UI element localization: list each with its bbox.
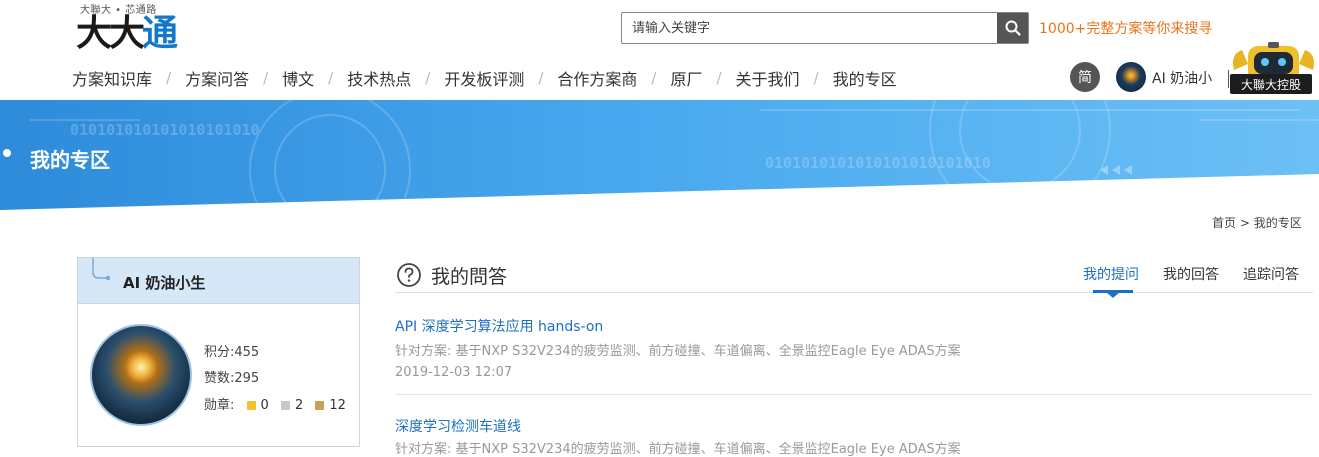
breadcrumb-home[interactable]: 首页	[1212, 216, 1236, 230]
brand-tag[interactable]: 大聯大控股	[1230, 74, 1312, 94]
question-target-solution: 针对方案: 基于NXP S32V234的疲劳监测、前方碰撞、车道偏离、全景监控E…	[395, 344, 961, 359]
nav-separator: /	[538, 69, 544, 87]
nav-item-partners[interactable]: 合作方案商	[557, 66, 637, 90]
nav-item-solution-qa[interactable]: 方案问答	[185, 66, 249, 90]
logo-text-b: 通	[142, 13, 178, 54]
question-target-solution: 针对方案: 基于NXP S32V234的疲劳监测、前方碰撞、车道偏离、全景监控E…	[395, 442, 961, 457]
bronze-medal-icon	[315, 401, 325, 410]
active-tab-notch-icon	[1106, 292, 1120, 298]
nav-separator: /	[328, 69, 334, 87]
nav-separator: /	[716, 69, 722, 87]
likes-label: 赞数:	[204, 371, 235, 386]
breadcrumb: 首页 > 我的专区	[1212, 214, 1302, 231]
profile-name: AI 奶油小生	[123, 274, 206, 292]
search-button[interactable]	[997, 13, 1028, 43]
page-banner: 010101010101010101010 010101010101010101…	[0, 100, 1319, 210]
card-corner-line-icon	[92, 258, 111, 281]
breadcrumb-current: 我的专区	[1253, 216, 1302, 230]
nav-item-my-zone[interactable]: 我的专区	[833, 66, 897, 90]
language-toggle-button[interactable]: 简	[1070, 62, 1100, 92]
nav-item-about[interactable]: 关于我们	[736, 66, 800, 90]
banner-bits-2: 0101010101010101010101010	[765, 154, 991, 172]
profile-avatar	[90, 324, 192, 426]
tab-my-answers[interactable]: 我的回答	[1163, 264, 1219, 284]
bronze-medal-count: 12	[329, 398, 346, 413]
logo-text-a: 大大	[76, 13, 145, 54]
gold-medal-icon	[246, 401, 256, 410]
nav-item-tech-hot[interactable]: 技术热点	[347, 66, 411, 90]
medals-label: 勋章:	[204, 398, 235, 413]
nav-separator: /	[651, 69, 657, 87]
profile-card: AI 奶油小生 积分:455 赞数:295 勋章: 0 2 12	[77, 257, 360, 447]
banner-bullet-icon	[0, 146, 14, 160]
nav-item-manufacturers[interactable]: 原厂	[670, 66, 702, 90]
nav-separator: /	[166, 69, 172, 87]
site-logo[interactable]: 大大通	[76, 12, 178, 56]
nav-item-blog[interactable]: 博文	[282, 66, 314, 90]
points-label: 积分:	[204, 345, 235, 360]
question-date: 2019-12-03 12:07	[395, 365, 513, 380]
user-avatar[interactable]	[1116, 62, 1146, 92]
main-nav: 方案知识库 / 方案问答 / 博文 / 技术热点 / 开发板评测 / 合作方案商…	[72, 66, 897, 90]
question-divider	[395, 394, 1313, 395]
medals-stat: 勋章: 0 2 12	[204, 394, 346, 413]
banner-bits-1: 010101010101010101010	[70, 121, 260, 139]
nav-separator: /	[425, 69, 431, 87]
points-value: 455	[234, 345, 260, 360]
tab-my-questions[interactable]: 我的提问	[1083, 264, 1139, 284]
nav-separator: /	[813, 69, 819, 87]
gold-medal-count: 0	[260, 398, 269, 413]
qa-header-divider	[395, 292, 1313, 293]
qa-section-title: 我的問答	[431, 266, 508, 288]
nav-separator: /	[263, 69, 269, 87]
likes-stat: 赞数:295	[204, 367, 259, 386]
tab-tracked-qa[interactable]: 追踪问答	[1243, 264, 1299, 284]
nav-item-solutions[interactable]: 方案知识库	[72, 66, 152, 90]
profile-card-header: AI 奶油小生	[78, 258, 359, 304]
silver-medal-icon	[280, 401, 290, 410]
points-stat: 积分:455	[204, 341, 259, 360]
question-title[interactable]: API 深度学习算法应用 hands-on	[395, 316, 603, 336]
user-name-link[interactable]: AI 奶油小生	[1152, 68, 1212, 88]
search-input[interactable]	[622, 13, 998, 43]
likes-value: 295	[234, 371, 260, 386]
page-title: 我的专区	[30, 148, 110, 172]
breadcrumb-separator: >	[1239, 216, 1250, 230]
silver-medal-count: 2	[294, 398, 304, 413]
nav-item-devboard-review[interactable]: 开发板评测	[444, 66, 524, 90]
promo-text[interactable]: 1000+完整方案等你来搜寻	[1039, 18, 1212, 38]
question-title[interactable]: 深度学习检测车道线	[395, 416, 521, 436]
search-bar	[621, 12, 1029, 44]
search-icon	[1005, 20, 1021, 36]
question-icon	[397, 263, 421, 287]
